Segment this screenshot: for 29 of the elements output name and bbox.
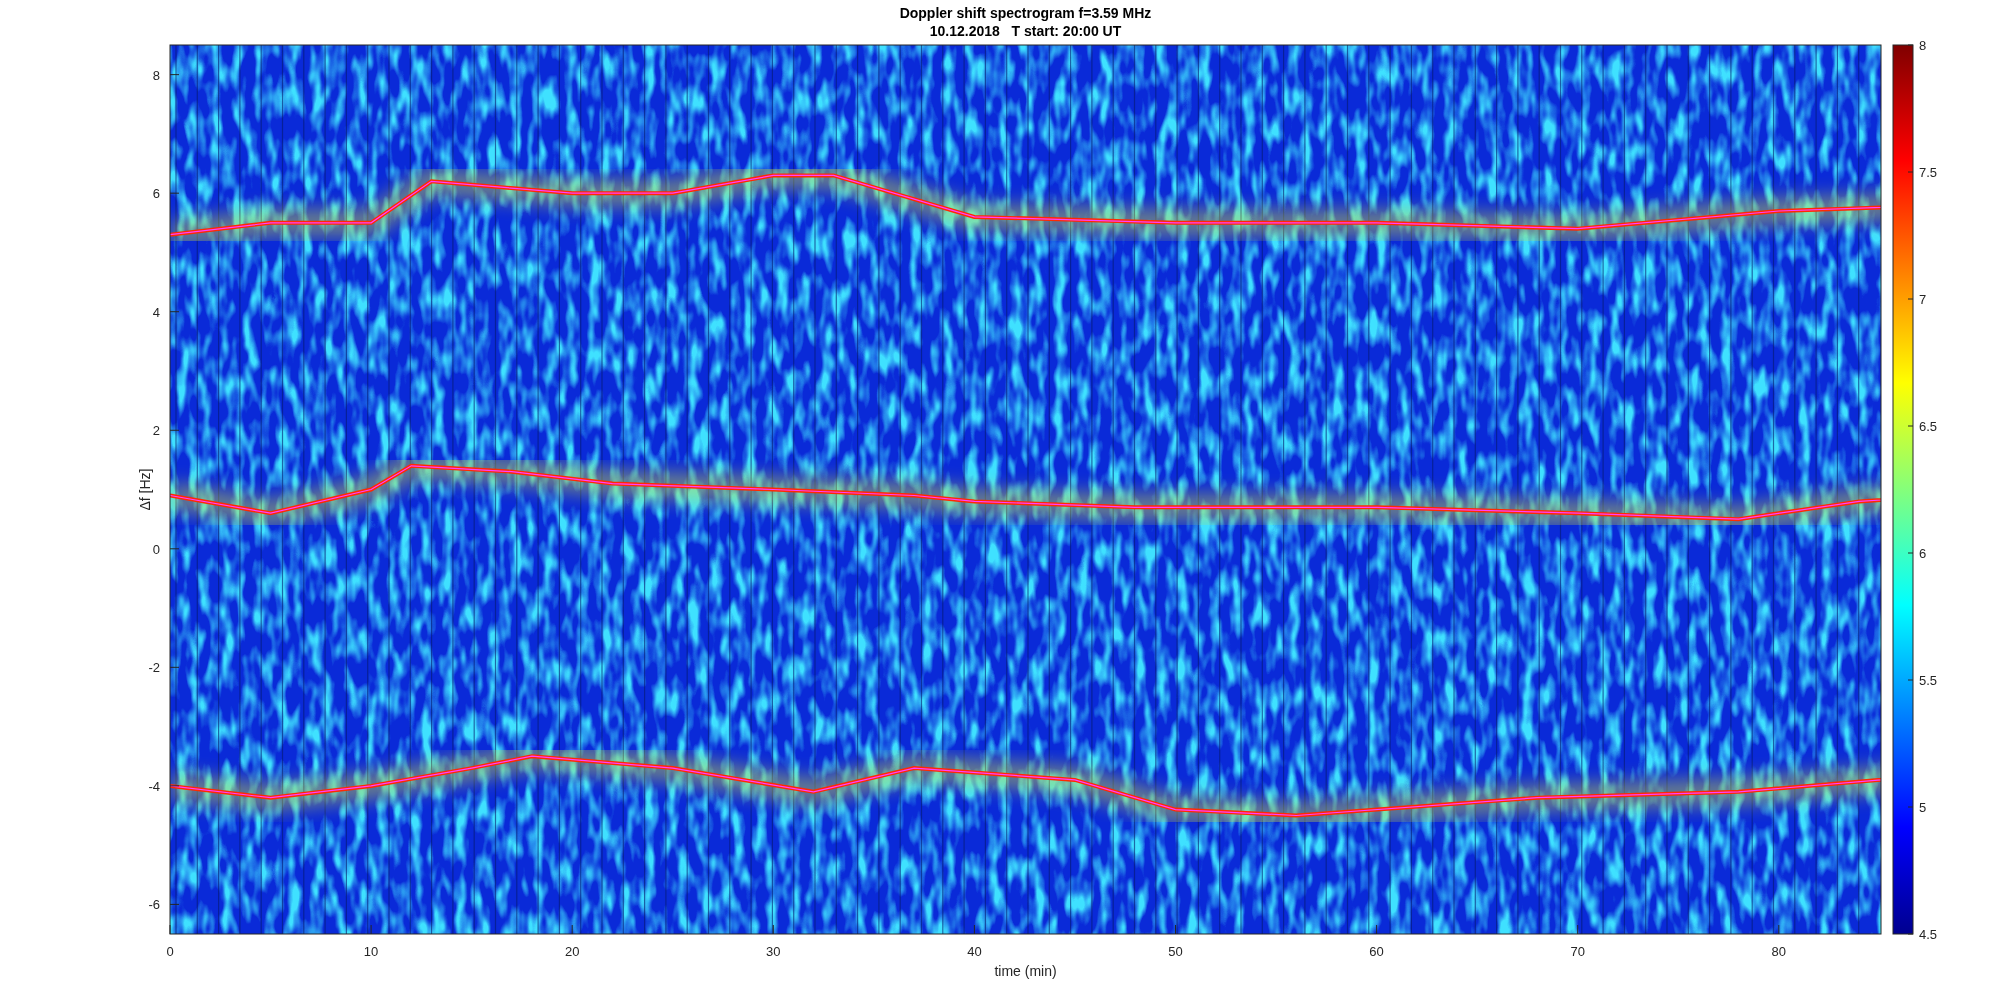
x-axis-label: time (min) <box>994 963 1057 979</box>
x-tick-label: 70 <box>1570 944 1585 959</box>
colorbar-tick-label: 4.5 <box>1919 927 1938 942</box>
y-tick-label: 8 <box>152 67 160 83</box>
y-axis-label: Δf [Hz] <box>137 468 153 511</box>
colorbar-tick-label: 7 <box>1919 292 1927 307</box>
y-tick-label: -2 <box>148 660 160 676</box>
y-tick-label: -6 <box>148 897 160 913</box>
x-tick-label: 20 <box>564 944 580 959</box>
x-tick-label: 50 <box>1168 944 1183 959</box>
x-tick-label: 0 <box>166 944 174 959</box>
colorbar-tick-label: 6.5 <box>1919 419 1938 434</box>
colorbar-tick-label: 5 <box>1919 800 1927 815</box>
x-tick-label: 30 <box>766 944 781 959</box>
x-tick-label: 10 <box>363 944 379 959</box>
x-tick-label: 80 <box>1771 944 1787 959</box>
y-tick-label: 4 <box>152 304 160 320</box>
x-tick-label: 40 <box>967 944 982 959</box>
y-tick-label: 6 <box>152 186 160 202</box>
colorbar-tick-label: 6 <box>1919 546 1927 561</box>
plot-title: Doppler shift spectrogram f=3.59 MHz <box>899 5 1152 21</box>
y-tick-label: 2 <box>152 423 160 439</box>
plot-subtitle: 10.12.2018 T start: 20:00 UT <box>929 23 1122 39</box>
colorbar-tick-label: 8 <box>1919 38 1927 53</box>
x-tick-label: 60 <box>1369 944 1384 959</box>
y-tick-label: -4 <box>148 778 160 794</box>
colorbar-tick-label: 7.5 <box>1919 165 1938 180</box>
colorbar-tick-label: 5.5 <box>1919 673 1938 688</box>
y-tick-label: 0 <box>152 541 160 557</box>
